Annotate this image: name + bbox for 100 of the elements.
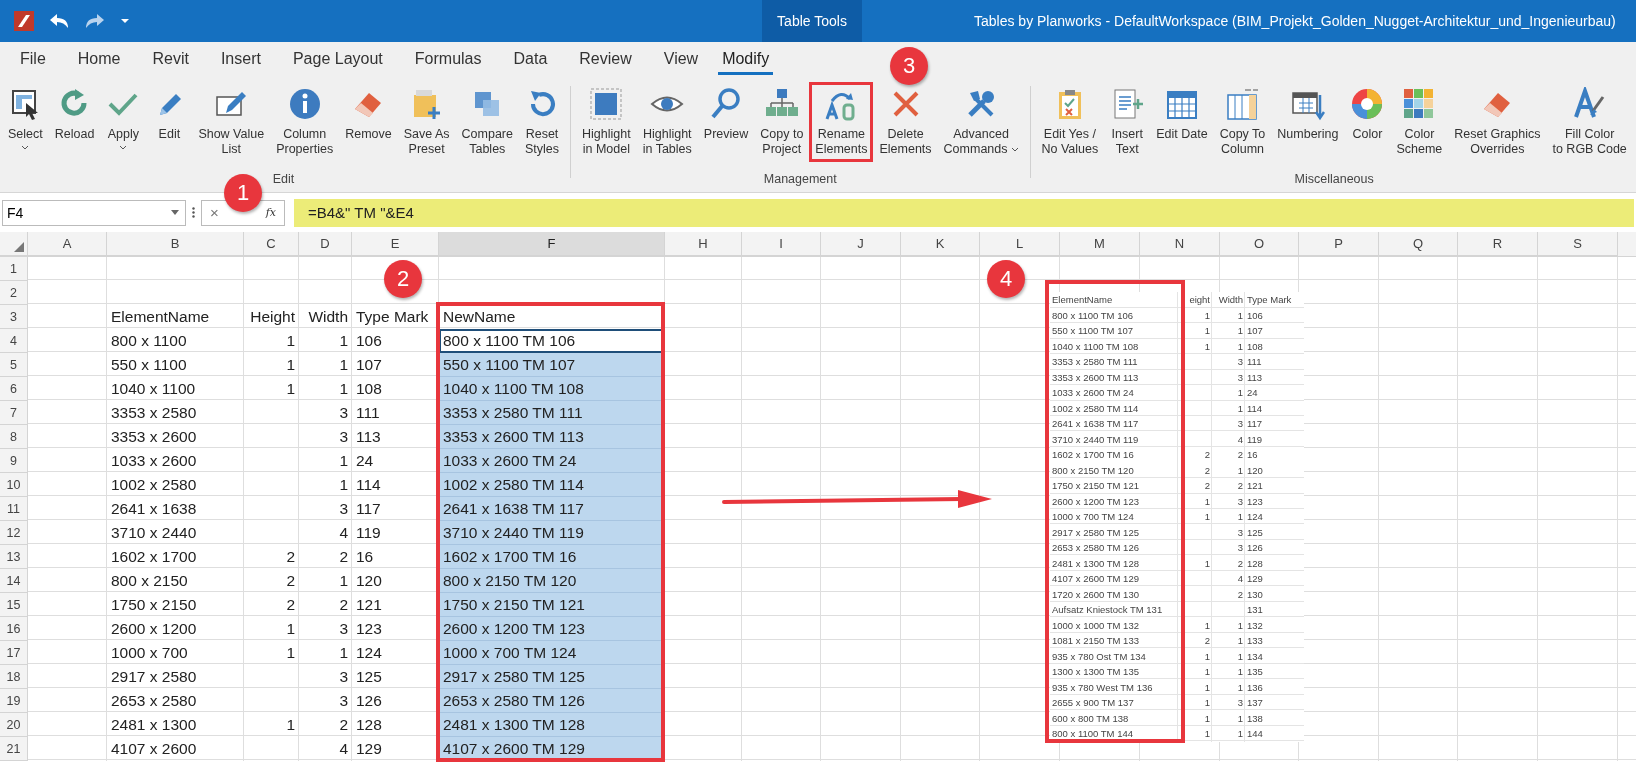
menu-tab[interactable]: Page Layout — [280, 45, 395, 75]
row-header[interactable]: 14 — [0, 569, 28, 593]
column-header[interactable]: S — [1538, 232, 1618, 256]
menu-tab[interactable]: Home — [65, 45, 133, 75]
column-header[interactable]: P — [1299, 232, 1379, 256]
column-header[interactable]: B — [107, 232, 244, 256]
table-cell-text: 1033 x 2600 TM 24 — [1051, 386, 1135, 401]
column-header[interactable]: A — [28, 232, 107, 256]
column-header[interactable]: I — [742, 232, 821, 256]
ribbon-button[interactable]: Save As Preset — [397, 82, 456, 162]
menu-tab[interactable]: Review — [567, 45, 644, 75]
ribbon-button[interactable]: Edit — [146, 82, 193, 147]
row-header[interactable]: 6 — [0, 377, 28, 401]
table-cell-text: 1 — [1203, 618, 1211, 633]
column-header[interactable]: J — [821, 232, 901, 256]
ribbon-button[interactable]: Select — [2, 82, 49, 155]
ribbon-button[interactable]: Compare Tables — [455, 82, 519, 162]
menu-tab[interactable]: Insert — [208, 45, 273, 75]
ribbon-button[interactable]: Reset Graphics Overrides — [1448, 82, 1547, 162]
column-header[interactable]: N — [1140, 232, 1220, 256]
undo-icon[interactable] — [48, 13, 70, 29]
column-header[interactable]: Q — [1379, 232, 1458, 256]
column-header[interactable]: L — [980, 232, 1060, 256]
row-header[interactable]: 1 — [0, 257, 28, 281]
row-header[interactable]: 13 — [0, 545, 28, 569]
table-cell-text: 1 — [1203, 649, 1211, 664]
ribbon-button[interactable]: Fill Color to RGB Code — [1546, 82, 1633, 162]
ribbon-button[interactable]: Copy to Project — [754, 82, 810, 162]
table-cell-text: 119 — [355, 523, 382, 543]
ribbon-button[interactable]: Preview — [697, 82, 755, 147]
ribbon-button[interactable]: Edit Date — [1150, 82, 1214, 147]
table-cell-text: 1081 x 2150 TM 133 — [1051, 634, 1140, 649]
row-header[interactable]: 16 — [0, 617, 28, 641]
ribbon-button[interactable]: Apply — [100, 82, 147, 155]
row-header[interactable]: 17 — [0, 641, 28, 665]
square-icon — [589, 87, 624, 121]
ribbon-button[interactable]: Show Value List — [192, 82, 271, 162]
ribbon-button[interactable]: Highlight in Tables — [636, 82, 698, 162]
menu-tab[interactable]: Revit — [140, 45, 201, 75]
menu-tab[interactable]: Modify — [718, 45, 774, 75]
ribbon-button[interactable]: Column Properties — [270, 82, 340, 162]
grip-icon[interactable] — [192, 207, 195, 218]
column-header[interactable]: C — [244, 232, 299, 256]
ribbon-button[interactable]: Reload — [48, 82, 101, 147]
table-cell-text: 800 x 1100 TM 144 — [1051, 727, 1134, 742]
ribbon-button[interactable]: Advanced Commands — [937, 82, 1025, 162]
row-header[interactable]: 5 — [0, 353, 28, 377]
ribbon-button[interactable]: Color — [1344, 82, 1391, 147]
column-header[interactable]: D — [299, 232, 352, 256]
row-header[interactable]: 2 — [0, 281, 28, 305]
ribbon-button[interactable]: Insert Text — [1104, 82, 1151, 162]
column-header[interactable]: M — [1060, 232, 1140, 256]
table-cell-text: 2653 x 2580 TM 126 — [1051, 541, 1140, 556]
column-header[interactable]: H — [665, 232, 742, 256]
row-header[interactable]: 15 — [0, 593, 28, 617]
select-all-corner[interactable] — [0, 232, 28, 256]
table-cell-text: 107 — [1246, 324, 1264, 339]
row-header[interactable]: 18 — [0, 665, 28, 689]
menu-tab[interactable]: View — [651, 45, 711, 75]
ribbon-button[interactable]: Highlight in Model — [576, 82, 637, 162]
row-header[interactable]: 19 — [0, 689, 28, 713]
ribbon-button[interactable]: Color Scheme — [1390, 82, 1449, 162]
row-header[interactable]: 12 — [0, 521, 28, 545]
ribbon-button[interactable]: Rename Elements — [809, 82, 874, 162]
column-header[interactable]: K — [901, 232, 980, 256]
menu-tab[interactable]: Data — [501, 45, 560, 75]
menu-tab[interactable]: Formulas — [402, 45, 494, 75]
column-header[interactable]: O — [1220, 232, 1299, 256]
formula-field[interactable]: =B4&" TM "&E4 — [294, 198, 1634, 227]
column-header[interactable]: E — [352, 232, 439, 256]
ribbon-button[interactable]: Edit Yes / No Values — [1035, 82, 1105, 162]
row-header[interactable]: 11 — [0, 497, 28, 521]
table-cell-text: 2 — [285, 547, 296, 567]
table-cell-text: 108 — [355, 379, 383, 399]
row-header[interactable]: 21 — [0, 737, 28, 761]
name-box[interactable]: F4 — [2, 199, 186, 226]
column-header[interactable]: R — [1458, 232, 1538, 256]
row-header[interactable]: 9 — [0, 449, 28, 473]
redo-icon[interactable] — [84, 13, 106, 29]
column-header[interactable]: F — [439, 232, 665, 256]
ribbon-button[interactable]: Remove — [339, 82, 398, 147]
table-cell-text: 106 — [1246, 308, 1264, 323]
ribbon-button[interactable]: Copy To Column — [1213, 82, 1272, 162]
row-header[interactable]: 20 — [0, 713, 28, 737]
row-header[interactable]: 3 — [0, 305, 28, 329]
row-header[interactable]: 4 — [0, 329, 28, 353]
dropdown-caret-icon[interactable] — [120, 18, 130, 24]
row-header[interactable]: 10 — [0, 473, 28, 497]
row-header[interactable]: 8 — [0, 425, 28, 449]
ribbon-button[interactable]: Reset Styles — [519, 82, 566, 162]
row-header[interactable]: 7 — [0, 401, 28, 425]
table-cell-text: NewName — [442, 307, 517, 327]
table-cell-text: 2481 x 1300 — [110, 715, 198, 735]
ribbon-button[interactable]: Numbering — [1271, 82, 1345, 147]
cancel-button[interactable]: × — [206, 204, 223, 221]
menu-tab[interactable]: File — [8, 45, 58, 75]
ribbon-button[interactable]: Delete Elements — [873, 82, 938, 162]
table-cell-text: 1 — [1236, 308, 1244, 323]
insert-function-button[interactable]: fx — [261, 206, 280, 219]
table-cell-text: Aufsatz Kniestock TM 131 — [1051, 603, 1164, 618]
